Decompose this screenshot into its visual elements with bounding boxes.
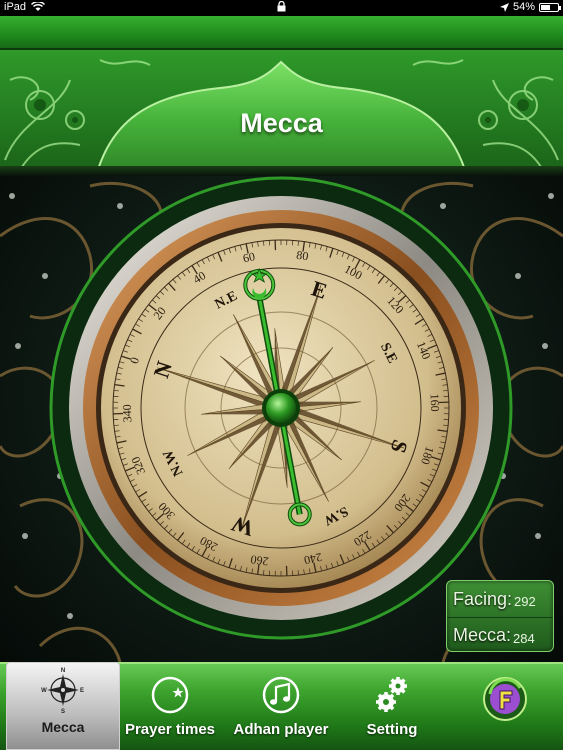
app-logo-icon — [483, 677, 527, 721]
compass-rose-icon: N S W E — [41, 668, 84, 713]
tab-setting[interactable]: Setting — [344, 664, 440, 750]
mecca-value: 284 — [513, 630, 535, 646]
degree-label: 260 — [250, 552, 270, 568]
location-arrow-icon — [499, 2, 509, 12]
lock-icon — [277, 0, 286, 12]
facing-label: Facing: — [453, 588, 513, 609]
tab-mecca[interactable]: N S W E Mecca — [6, 662, 120, 750]
compass-icon-n: N — [61, 668, 65, 674]
tab-prayer-times[interactable]: Prayer times — [118, 664, 222, 750]
header-top-strip — [0, 16, 563, 50]
music-note-icon — [262, 676, 300, 714]
tab-label: Adhan player — [233, 721, 329, 738]
status-bar: iPad 54% — [0, 0, 563, 16]
gears-icon — [376, 677, 407, 712]
degree-label: 160 — [428, 393, 443, 411]
degree-label: 80 — [296, 248, 310, 264]
degree-label: 340 — [120, 404, 135, 422]
tab-label: Prayer times — [124, 721, 216, 738]
crescent-star-icon — [151, 676, 189, 714]
tab-label: Setting — [366, 721, 418, 738]
compass-icon-e: E — [80, 688, 84, 694]
battery-percentage: 54% — [512, 1, 535, 13]
app-header: Mecca — [0, 16, 563, 176]
mecca-label: Mecca: — [453, 625, 512, 645]
device-name: iPad — [4, 1, 27, 13]
tab-app-logo[interactable] — [470, 664, 540, 750]
header-divider — [0, 166, 563, 176]
page-title: Mecca — [240, 108, 323, 138]
tab-bar: N S W E Mecca Prayer times Adhan player — [0, 662, 563, 750]
needle-hub — [266, 393, 296, 423]
tab-label: Mecca — [41, 719, 85, 735]
compass-icon-s: S — [61, 709, 65, 713]
compass-icon-w: W — [41, 688, 47, 694]
wifi-icon — [31, 2, 46, 11]
heading-readout-panel: Facing: 292 Mecca: 284 — [446, 580, 554, 652]
battery-icon — [539, 2, 561, 12]
tab-adhan-player[interactable]: Adhan player — [228, 664, 334, 750]
facing-value: 292 — [514, 594, 536, 609]
mecca-readout: Mecca: 284 — [447, 617, 553, 651]
facing-readout: Facing: 292 — [447, 581, 553, 617]
